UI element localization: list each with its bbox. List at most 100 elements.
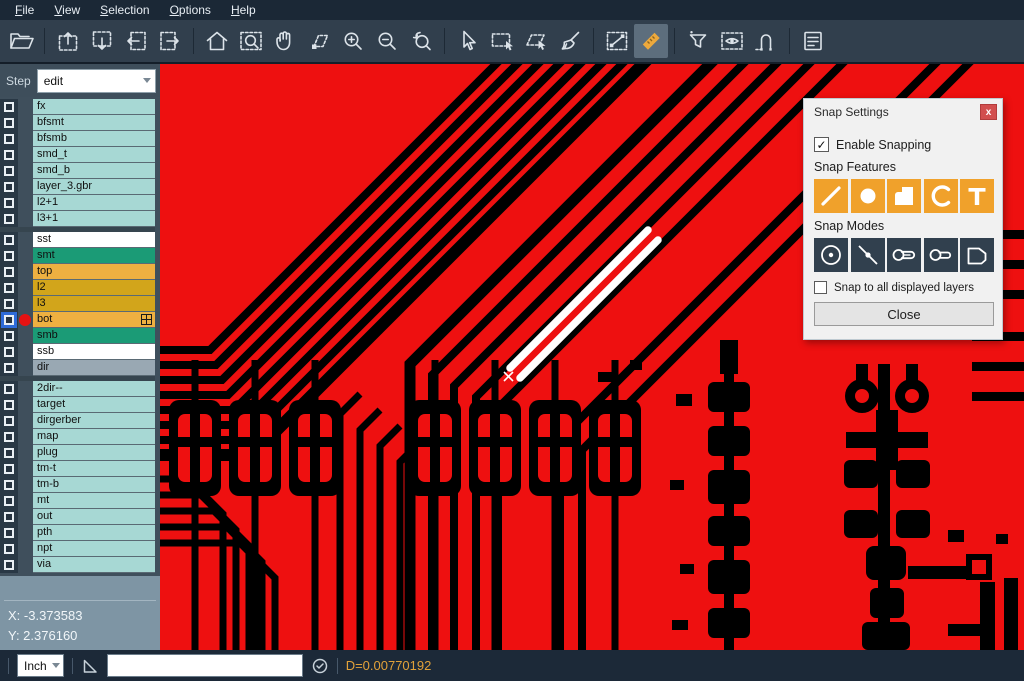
layer-label[interactable]: dir [33,360,155,376]
clean-button[interactable] [553,24,587,58]
layer-visibility-checkbox[interactable] [4,267,14,277]
layer-label[interactable]: l2 [33,280,155,296]
layer-visibility-checkbox[interactable] [4,182,14,192]
zoom-in-button[interactable] [336,24,370,58]
layer-row[interactable]: bfsmb [0,131,155,147]
step-select[interactable]: edit [37,69,156,93]
layer-label[interactable]: smd_t [33,147,155,163]
layer-visibility-checkbox[interactable] [4,283,14,293]
snap-arc-button[interactable] [924,179,958,213]
enable-snapping-checkbox[interactable]: ✓ [814,137,829,152]
layer-visibility-checkbox[interactable] [4,416,14,426]
apply-refresh-icon[interactable] [311,657,329,675]
layer-row[interactable]: via [0,557,155,573]
layer-row[interactable]: 2dir-- [0,381,155,397]
layer-label[interactable]: mt [33,493,155,509]
home-button[interactable] [200,24,234,58]
layer-row[interactable]: bfsmt [0,115,155,131]
view-object-button[interactable] [715,24,749,58]
layer-visibility-checkbox[interactable] [4,102,14,112]
zoom-previous-button[interactable] [404,24,438,58]
layer-row[interactable]: smb [0,328,155,344]
pan-left-button[interactable] [119,24,153,58]
measure-button[interactable] [600,24,634,58]
menu-options[interactable]: Options [161,2,220,18]
layer-row-active[interactable]: bot [0,312,155,328]
pan-hand-button[interactable] [268,24,302,58]
layer-visibility-checkbox[interactable] [4,315,14,325]
select-button[interactable] [451,24,485,58]
layer-label[interactable]: 2dir-- [33,381,155,397]
layer-label[interactable]: ssb [33,344,155,360]
menu-file[interactable]: File [6,2,43,18]
layer-label[interactable]: bfsmb [33,131,155,147]
layer-visibility-checkbox[interactable] [4,251,14,261]
layer-row[interactable]: out [0,509,155,525]
snap-all-layers-checkbox[interactable] [814,281,827,294]
layer-visibility-checkbox[interactable] [4,331,14,341]
layer-label[interactable]: out [33,509,155,525]
snap-pad-exit-button[interactable] [924,238,958,272]
close-button[interactable]: Close [814,302,994,326]
layer-row[interactable]: l3 [0,296,155,312]
layer-row[interactable]: map [0,429,155,445]
filter-button[interactable] [681,24,715,58]
layer-row[interactable]: l2 [0,280,155,296]
snap-pad-entry-button[interactable] [887,238,921,272]
layer-visibility-checkbox[interactable] [4,363,14,373]
snap-line-button[interactable] [814,179,848,213]
layer-visibility-checkbox[interactable] [4,464,14,474]
menu-view[interactable]: View [45,2,89,18]
layer-visibility-checkbox[interactable] [4,528,14,538]
dialog-titlebar[interactable]: Snap Settings x [804,99,1002,125]
layer-visibility-checkbox[interactable] [4,496,14,506]
layer-label[interactable]: smd_b [33,163,155,179]
layer-visibility-checkbox[interactable] [4,198,14,208]
layer-visibility-checkbox[interactable] [4,384,14,394]
layer-label[interactable]: smt [33,248,155,264]
layer-label[interactable]: plug [33,445,155,461]
layer-row[interactable]: dirgerber [0,413,155,429]
layer-label[interactable]: sst [33,232,155,248]
layer-visibility-checkbox[interactable] [4,432,14,442]
layer-row[interactable]: mt [0,493,155,509]
zoom-window-button[interactable] [234,24,268,58]
layer-label[interactable]: tm-b [33,477,155,493]
layer-visibility-checkbox[interactable] [4,560,14,570]
layer-visibility-checkbox[interactable] [4,118,14,128]
layer-row[interactable]: top [0,264,155,280]
pan-up-button[interactable] [51,24,85,58]
layer-visibility-checkbox[interactable] [4,214,14,224]
layer-label[interactable]: pth [33,525,155,541]
polygon-select-button[interactable] [519,24,553,58]
layer-label[interactable]: tm-t [33,461,155,477]
layer-label[interactable]: npt [33,541,155,557]
pan-down-button[interactable] [85,24,119,58]
layer-visibility-checkbox[interactable] [4,134,14,144]
layer-row[interactable]: l3+1 [0,211,155,227]
layer-label[interactable]: smb [33,328,155,344]
layer-label[interactable]: dirgerber [33,413,155,429]
layer-row[interactable]: dir [0,360,155,376]
zoom-object-button[interactable] [302,24,336,58]
zoom-out-button[interactable] [370,24,404,58]
layer-label[interactable]: fx [33,99,155,115]
layer-row[interactable]: npt [0,541,155,557]
layer-visibility-checkbox[interactable] [4,400,14,410]
open-button[interactable] [4,24,38,58]
layer-label[interactable]: map [33,429,155,445]
layer-label[interactable]: top [33,264,155,280]
rect-select-button[interactable] [485,24,519,58]
layer-label[interactable]: l2+1 [33,195,155,211]
layer-row[interactable]: smd_b [0,163,155,179]
menu-help[interactable]: Help [222,2,265,18]
layer-visibility-checkbox[interactable] [4,166,14,176]
layer-row[interactable]: fx [0,99,155,115]
layer-label[interactable]: target [33,397,155,413]
layer-visibility-checkbox[interactable] [4,347,14,357]
layer-row[interactable]: layer_3.gbr [0,179,155,195]
ruler-button[interactable] [634,24,668,58]
layer-row[interactable]: tm-b [0,477,155,493]
layer-row[interactable]: target [0,397,155,413]
layer-visibility-checkbox[interactable] [4,299,14,309]
